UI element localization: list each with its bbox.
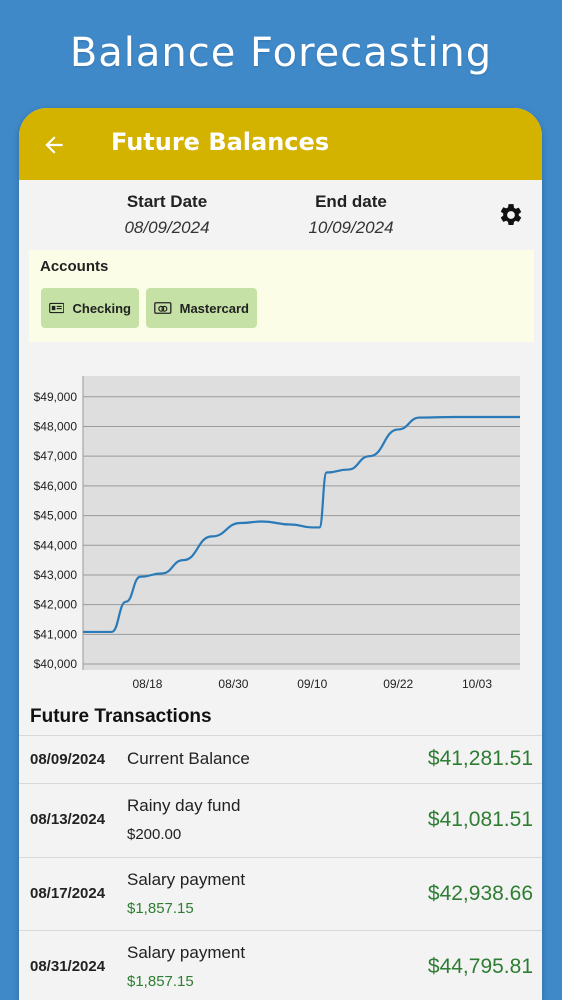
transaction-amount: $1,857.15: [127, 973, 194, 990]
transaction-amount: $1,857.15: [127, 900, 194, 917]
y-tick-label: $42,000: [34, 598, 78, 612]
transaction-row[interactable]: 08/17/2024 Salary payment $1,857.15 $42,…: [19, 857, 542, 930]
plot-area: [83, 376, 520, 670]
end-date-value: 10/09/2024: [308, 218, 394, 237]
transaction-date: 08/13/2024: [30, 811, 106, 828]
accounts-panel: Accounts Checking Mastercard: [29, 250, 534, 342]
hero-title: Balance Forecasting: [69, 30, 493, 76]
start-date-value: 08/09/2024: [124, 218, 210, 237]
transaction-date: 08/09/2024: [30, 751, 106, 768]
transaction-balance: $42,938.66: [427, 882, 533, 905]
transactions-title: Future Transactions: [30, 706, 212, 727]
y-tick-label: $45,000: [34, 509, 78, 523]
y-tick-label: $47,000: [34, 449, 78, 463]
account-chip-label: Mastercard: [179, 300, 249, 316]
transaction-name: Rainy day fund: [127, 796, 241, 815]
y-tick-label: $46,000: [34, 479, 78, 493]
x-tick-label: 09/10: [297, 677, 327, 691]
app-screen: Future Balances Start Date 08/09/2024 En…: [19, 108, 542, 1000]
start-date[interactable]: Start Date 08/09/2024: [114, 192, 220, 238]
page-title: Future Balances: [111, 128, 330, 156]
transaction-balance: $41,081.51: [427, 808, 533, 831]
date-range: Start Date 08/09/2024 End date 10/09/202…: [19, 180, 542, 250]
end-date[interactable]: End date 10/09/2024: [301, 192, 401, 238]
transaction-name: Current Balance: [127, 749, 250, 768]
balance-chart: $40,000 $41,000 $42,000 $43,000 $44,000 $45,0…: [19, 370, 542, 700]
transaction-name: Salary payment: [127, 943, 246, 962]
transaction-date: 08/31/2024: [30, 958, 106, 975]
transaction-date: 08/17/2024: [30, 885, 106, 902]
transaction-amount: $200.00: [127, 826, 182, 843]
y-tick-label: $49,000: [34, 390, 78, 404]
app-bar: Future Balances: [19, 108, 542, 180]
start-date-label: Start Date: [126, 192, 208, 211]
end-date-label: End date: [315, 192, 387, 211]
account-chip-checking[interactable]: Checking: [41, 288, 139, 328]
account-chip-label: Checking: [72, 300, 131, 316]
y-tick-label: $48,000: [34, 419, 78, 433]
y-tick-label: $43,000: [34, 568, 78, 582]
balance-chart-svg: $40,000 $41,000 $42,000 $43,000 $44,000 $45,0…: [34, 376, 520, 691]
id-card-icon: [49, 302, 65, 314]
transaction-balance: $44,795.81: [427, 955, 533, 978]
x-tick-label: 08/18: [132, 677, 162, 691]
x-tick-label: 08/30: [218, 677, 248, 691]
gear-icon[interactable]: [498, 202, 524, 228]
transaction-row[interactable]: 08/09/2024 Current Balance $41,281.51: [19, 735, 542, 783]
account-chip-mastercard[interactable]: Mastercard: [146, 288, 257, 328]
x-tick-label: 09/22: [383, 677, 413, 691]
transaction-row[interactable]: 08/13/2024 Rainy day fund $200.00 $41,08…: [19, 783, 542, 857]
x-tick-label: 10/03: [462, 677, 492, 691]
y-tick-label: $44,000: [34, 538, 78, 552]
transaction-balance: $41,281.51: [427, 747, 533, 770]
transactions-list: 08/09/2024 Current Balance $41,281.51 08…: [19, 735, 542, 1000]
transaction-row[interactable]: 08/31/2024 Salary payment $1,857.15 $44,…: [19, 930, 542, 1000]
y-tick-label: $40,000: [34, 657, 78, 671]
credit-card-icon: [154, 302, 172, 314]
back-arrow-icon[interactable]: [41, 132, 67, 158]
y-tick-label: $41,000: [34, 627, 78, 641]
accounts-title: Accounts: [40, 258, 109, 275]
transaction-name: Salary payment: [127, 870, 246, 889]
